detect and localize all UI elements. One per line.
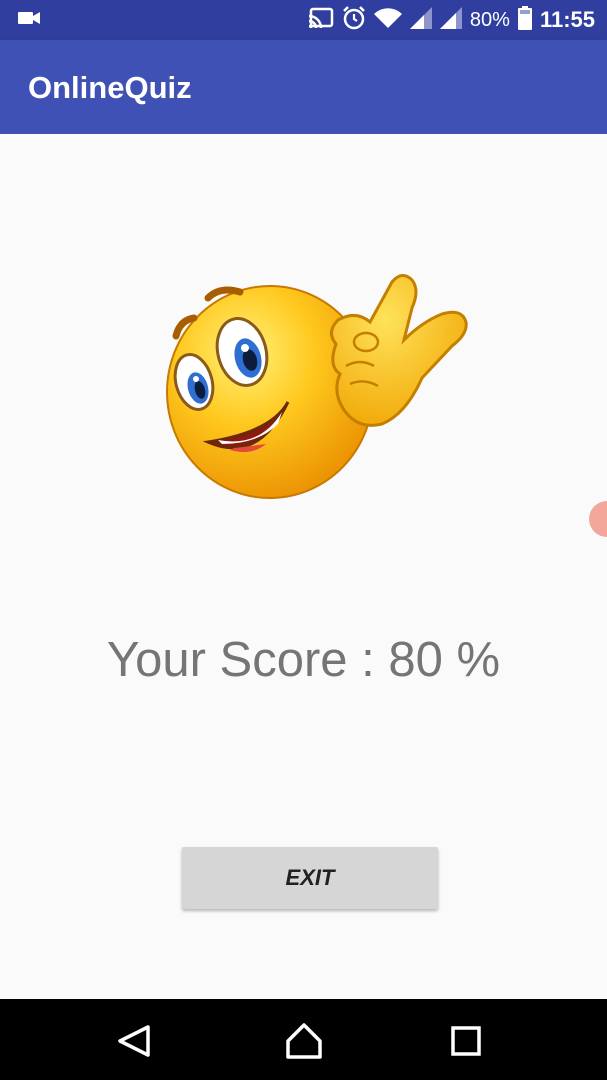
wifi-icon (373, 7, 402, 34)
video-camera-icon (18, 10, 40, 31)
signal-icon (439, 6, 462, 34)
battery-percentage: 80% (469, 8, 510, 31)
result-screen: Your Score : 80 % EXIT (0, 134, 607, 999)
signal-icon (409, 6, 432, 34)
floating-bubble[interactable] (589, 501, 607, 537)
app-title: OnlineQuiz (28, 70, 192, 105)
navigation-bar (0, 999, 607, 1080)
cast-icon (308, 7, 334, 34)
alarm-icon (342, 5, 366, 35)
status-bar: 80% 11:55 (0, 0, 607, 40)
back-icon[interactable] (112, 1019, 156, 1063)
exit-button[interactable]: EXIT (182, 847, 438, 909)
recent-apps-icon[interactable] (444, 1019, 488, 1063)
app-toolbar: OnlineQuiz (0, 40, 607, 134)
winking-ok-emoji-icon (160, 274, 480, 504)
home-icon[interactable] (282, 1019, 326, 1063)
clock-time: 11:55 (539, 7, 595, 32)
score-text: Your Score : 80 % (106, 633, 501, 687)
battery-icon (517, 5, 532, 35)
